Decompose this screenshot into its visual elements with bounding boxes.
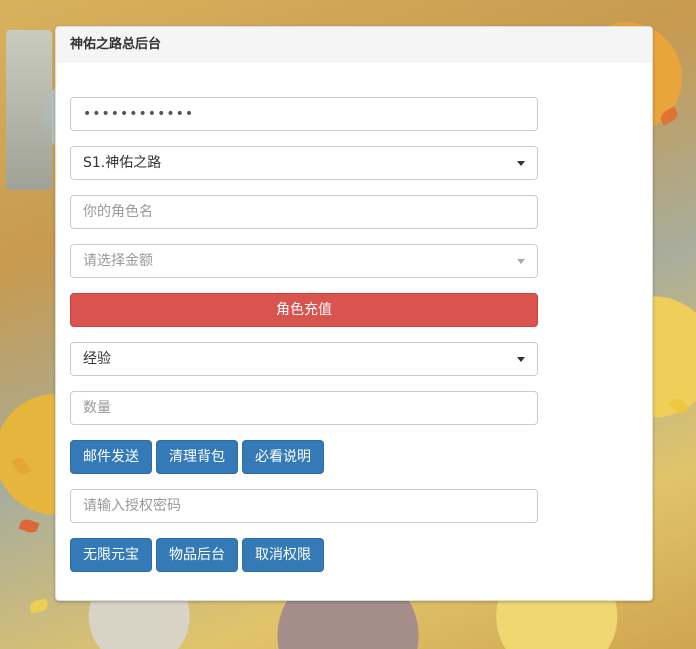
leaf-decoration — [29, 598, 49, 614]
action-button-row: 邮件发送 清理背包 必看说明 — [70, 440, 324, 474]
amount-select-placeholder: 请选择金额 — [83, 253, 153, 269]
stone-lantern-decoration — [6, 30, 52, 190]
clear-bag-button[interactable]: 清理背包 — [156, 440, 238, 474]
server-select[interactable]: S1.神佑之路 — [70, 146, 538, 180]
leaf-decoration — [658, 106, 680, 126]
item-type-select-value: 经验 — [83, 351, 111, 367]
admin-button-row: 无限元宝 物品后台 取消权限 — [70, 538, 324, 572]
password-field[interactable] — [70, 97, 538, 131]
chevron-down-icon — [517, 161, 525, 166]
quantity-input[interactable] — [70, 391, 538, 425]
admin-panel: 神佑之路总后台 S1.神佑之路 请选择金额 角色充值 经验 邮件发送 清理背包 … — [55, 26, 653, 601]
auth-password-input[interactable] — [70, 489, 538, 523]
leaf-decoration — [18, 517, 40, 535]
role-name-input[interactable] — [70, 195, 538, 229]
leaf-decoration — [668, 395, 690, 417]
must-read-button[interactable]: 必看说明 — [242, 440, 324, 474]
panel-title: 神佑之路总后台 — [56, 27, 652, 62]
recharge-button[interactable]: 角色充值 — [70, 293, 538, 327]
item-backend-button[interactable]: 物品后台 — [156, 538, 238, 572]
chevron-down-icon — [517, 357, 525, 362]
chevron-down-icon — [517, 259, 525, 264]
unlimited-ingot-button[interactable]: 无限元宝 — [70, 538, 152, 572]
send-mail-button[interactable]: 邮件发送 — [70, 440, 152, 474]
item-type-select[interactable]: 经验 — [70, 342, 538, 376]
server-select-value: S1.神佑之路 — [83, 155, 162, 171]
amount-select[interactable]: 请选择金额 — [70, 244, 538, 278]
revoke-permission-button[interactable]: 取消权限 — [242, 538, 324, 572]
leaf-decoration — [11, 455, 31, 477]
